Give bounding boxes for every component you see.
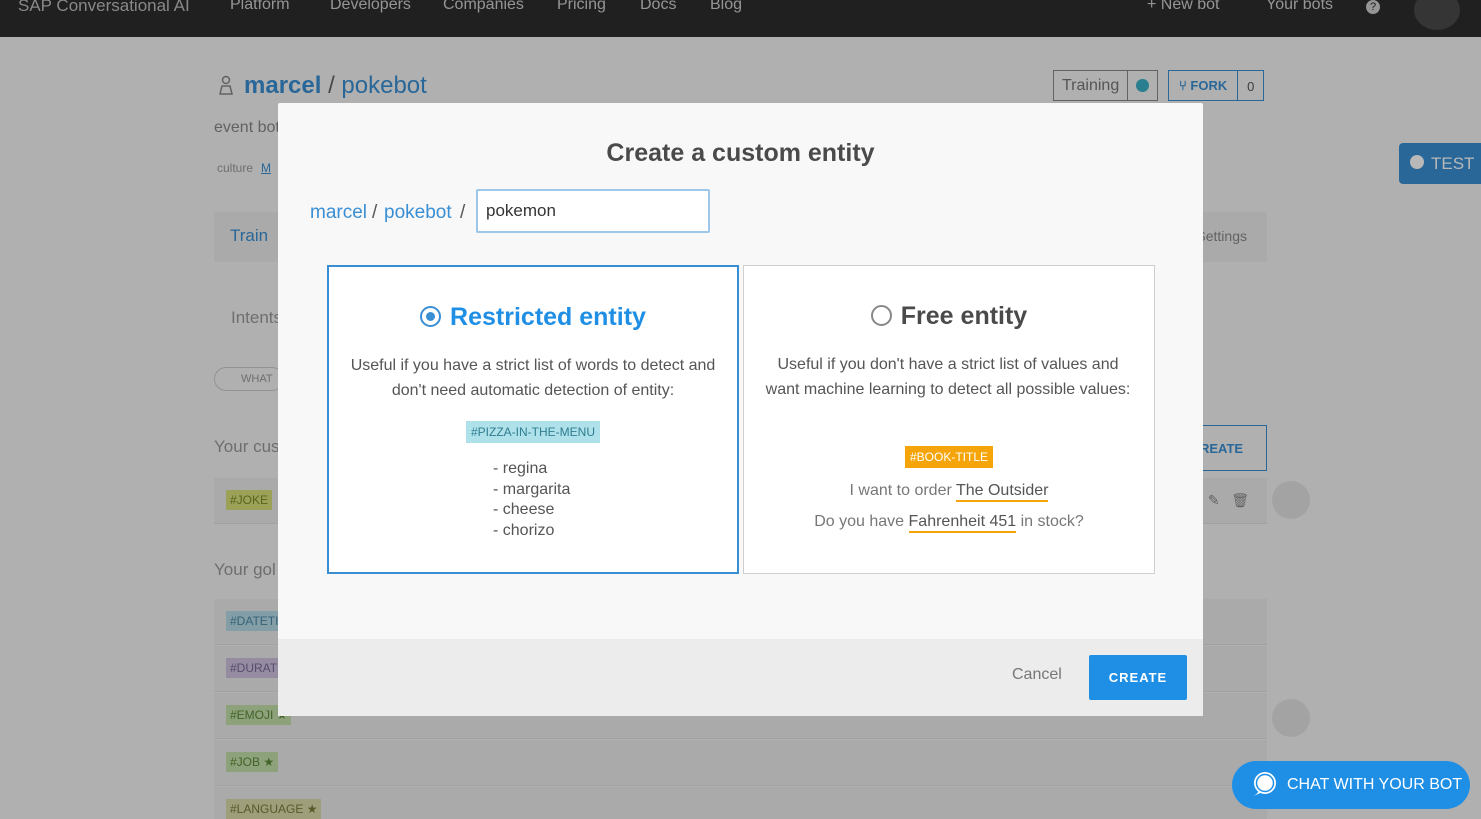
restricted-example-list: - regina - margarita - cheese - chorizo — [493, 459, 570, 542]
chat-label: CHAT WITH YOUR BOT — [1287, 776, 1463, 793]
restricted-entity-header: Restricted entity — [329, 303, 737, 332]
breadcrumb-bot[interactable]: pokebot — [384, 202, 452, 224]
sentence-text: I want to order — [849, 482, 956, 499]
modal-footer: Cancel CREATE — [278, 639, 1203, 716]
list-item: - margarita — [493, 480, 571, 498]
free-example-sentence: Do you have Fahrenheit 451 in stock? — [744, 513, 1154, 533]
restricted-entity-option[interactable]: Restricted entity Useful if you have a s… — [327, 265, 739, 574]
free-entity-header: Free entity — [744, 302, 1154, 331]
restricted-description: Useful if you have a strict list of word… — [350, 357, 716, 399]
entity-name-input[interactable] — [476, 189, 710, 233]
chat-bubble-icon — [1253, 772, 1276, 796]
sentence-highlight: Fahrenheit 451 — [908, 513, 1017, 533]
free-radio[interactable] — [870, 305, 892, 326]
breadcrumb-separator: / — [460, 202, 466, 223]
breadcrumb-owner[interactable]: marcel — [310, 202, 367, 224]
list-item: - regina — [493, 460, 548, 477]
list-item: - chorizo — [493, 522, 555, 540]
restricted-radio[interactable] — [420, 306, 442, 327]
modal-title: Create a custom entity — [606, 139, 875, 167]
pizza-example-tag: #PIZZA-IN-THE-MENU — [466, 421, 600, 443]
create-entity-modal: Create a custom entity marcel / pokebot … — [278, 103, 1203, 716]
free-title: Free entity — [900, 302, 1028, 330]
free-example-sentence: I want to order The Outsider — [744, 482, 1154, 502]
chat-with-bot-button[interactable]: CHAT WITH YOUR BOT — [1232, 761, 1470, 809]
sentence-text: Do you have — [814, 513, 909, 530]
sentence-highlight: The Outsider — [955, 482, 1049, 502]
create-button[interactable]: CREATE — [1089, 655, 1187, 700]
restricted-title: Restricted entity — [450, 303, 646, 331]
breadcrumb-separator: / — [372, 202, 378, 223]
free-entity-option[interactable]: Free entity Useful if you don't have a s… — [743, 265, 1155, 574]
book-example-tag: #BOOK-TITLE — [904, 446, 994, 468]
cancel-button[interactable]: Cancel — [1012, 666, 1062, 684]
free-description: Useful if you don't have a strict list o… — [765, 356, 1131, 398]
list-item: - cheese — [493, 501, 555, 519]
sentence-text: in stock? — [1016, 513, 1084, 530]
